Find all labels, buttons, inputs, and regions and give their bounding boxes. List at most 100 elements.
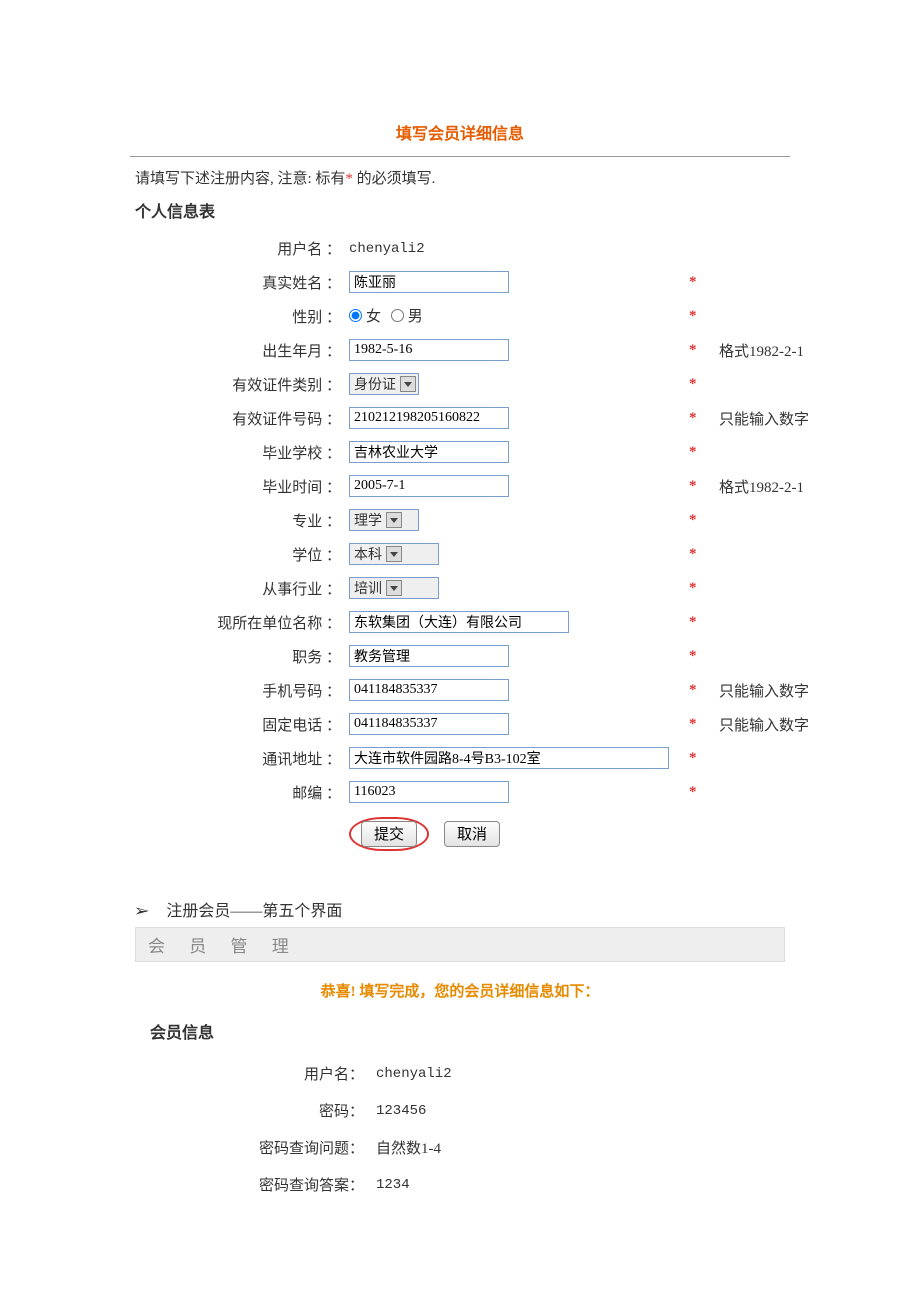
required: * — [685, 537, 715, 571]
label-industry: 从事行业 ： — [135, 571, 345, 605]
hint-idnumber: 只能输入数字 — [715, 401, 835, 435]
input-birthdate[interactable] — [349, 339, 509, 361]
submit-highlight: 提交 — [349, 817, 429, 851]
radio-female[interactable] — [349, 309, 362, 322]
label-position: 职务 ： — [135, 639, 345, 673]
info-value-answer: 1234 — [376, 1177, 410, 1193]
input-postal[interactable] — [349, 781, 509, 803]
label-idtype: 有效证件类别 ： — [135, 367, 345, 401]
member-info-table: 用户名： chenyali2 密码： 123456 密码查询问题： 自然数1-4… — [150, 1055, 670, 1203]
info-value-question: 自然数1-4 — [376, 1141, 441, 1157]
info-label-username: 用户名： — [150, 1055, 370, 1092]
label-username: 用户名 ： — [135, 232, 345, 265]
row-idtype: 有效证件类别 ： 身份证 * — [135, 367, 835, 401]
row-birthdate: 出生年月 ： * 格式1982-2-1 — [135, 333, 835, 367]
submit-button[interactable]: 提交 — [361, 821, 417, 847]
row-postal: 邮编 ： * — [135, 775, 835, 809]
chevron-down-icon — [386, 512, 402, 528]
select-degree[interactable]: 本科 — [349, 543, 439, 565]
info-value-password: 123456 — [376, 1103, 426, 1119]
hint-mobile: 只能输入数字 — [715, 673, 835, 707]
select-idtype-value: 身份证 — [354, 374, 396, 394]
select-idtype[interactable]: 身份证 — [349, 373, 419, 395]
hint-birthdate: 格式1982-2-1 — [715, 333, 835, 367]
chevron-down-icon — [386, 546, 402, 562]
input-idnumber[interactable] — [349, 407, 509, 429]
label-idnumber: 有效证件号码 ： — [135, 401, 345, 435]
arrow-icon: ➢ — [134, 901, 150, 921]
info-value-username: chenyali2 — [376, 1066, 452, 1082]
label-mobile: 手机号码 ： — [135, 673, 345, 707]
input-address[interactable] — [349, 747, 669, 769]
instructions-prefix: 请填写下述注册内容, 注意: 标有 — [135, 171, 345, 187]
input-gradschool[interactable] — [349, 441, 509, 463]
select-industry-value: 培训 — [354, 578, 382, 598]
required: * — [685, 299, 715, 333]
required: * — [685, 401, 715, 435]
info-row-username: 用户名： chenyali2 — [150, 1055, 670, 1092]
required: * — [685, 673, 715, 707]
info-heading: 会员信息 — [150, 1019, 870, 1043]
value-username: chenyali2 — [349, 241, 425, 257]
label-degree: 学位 ： — [135, 537, 345, 571]
row-gradtime: 毕业时间 ： * 格式1982-2-1 — [135, 469, 835, 503]
label-postal: 邮编 ： — [135, 775, 345, 809]
label-gradschool: 毕业学校 ： — [135, 435, 345, 469]
required: * — [685, 707, 715, 741]
select-major-value: 理学 — [354, 510, 382, 530]
personal-form: 用户名 ： chenyali2 真实姓名 ： * 性别 ： 女 男 * 出生年月… — [135, 232, 835, 857]
required: * — [685, 367, 715, 401]
instructions-mark: * — [345, 171, 353, 187]
row-mobile: 手机号码 ： * 只能输入数字 — [135, 673, 835, 707]
radio-male[interactable] — [391, 309, 404, 322]
row-idnumber: 有效证件号码 ： * 只能输入数字 — [135, 401, 835, 435]
input-mobile[interactable] — [349, 679, 509, 701]
label-birthdate: 出生年月 ： — [135, 333, 345, 367]
success-message: 恭喜! 填写完成，您的会员详细信息如下： — [50, 980, 870, 1001]
row-gender: 性别 ： 女 男 * — [135, 299, 835, 333]
info-row-answer: 密码查询答案： 1234 — [150, 1166, 670, 1203]
required: * — [685, 265, 715, 299]
row-position: 职务 ： * — [135, 639, 835, 673]
chevron-down-icon — [400, 376, 416, 392]
row-phone: 固定电话 ： * 只能输入数字 — [135, 707, 835, 741]
label-company: 现所在单位名称 ： — [135, 605, 345, 639]
row-buttons: 提交 取消 — [135, 809, 835, 857]
input-realname[interactable] — [349, 271, 509, 293]
required: * — [685, 571, 715, 605]
select-degree-value: 本科 — [354, 544, 382, 564]
row-degree: 学位 ： 本科 * — [135, 537, 835, 571]
select-industry[interactable]: 培训 — [349, 577, 439, 599]
bullet-text: 注册会员——第五个界面 — [166, 903, 342, 920]
input-company[interactable] — [349, 611, 569, 633]
divider — [130, 156, 790, 157]
chevron-down-icon — [386, 580, 402, 596]
row-username: 用户名 ： chenyali2 — [135, 232, 835, 265]
required: * — [685, 333, 715, 367]
section-personal: 个人信息表 — [135, 198, 870, 222]
label-address: 通讯地址 ： — [135, 741, 345, 775]
hint-phone: 只能输入数字 — [715, 707, 835, 741]
hint-gradtime: 格式1982-2-1 — [715, 469, 835, 503]
cancel-button[interactable]: 取消 — [444, 821, 500, 847]
label-phone: 固定电话 ： — [135, 707, 345, 741]
info-label-password: 密码： — [150, 1092, 370, 1129]
row-industry: 从事行业 ： 培训 * — [135, 571, 835, 605]
label-female: 女 — [366, 305, 381, 326]
label-gradtime: 毕业时间 ： — [135, 469, 345, 503]
input-position[interactable] — [349, 645, 509, 667]
instructions: 请填写下述注册内容, 注意: 标有* 的必须填写. — [135, 167, 870, 188]
required: * — [685, 605, 715, 639]
row-gradschool: 毕业学校 ： * — [135, 435, 835, 469]
info-row-password: 密码： 123456 — [150, 1092, 670, 1129]
required: * — [685, 775, 715, 809]
input-gradtime[interactable] — [349, 475, 509, 497]
info-row-question: 密码查询问题： 自然数1-4 — [150, 1129, 670, 1166]
input-phone[interactable] — [349, 713, 509, 735]
select-major[interactable]: 理学 — [349, 509, 419, 531]
info-label-answer: 密码查询答案： — [150, 1166, 370, 1203]
row-major: 专业 ： 理学 * — [135, 503, 835, 537]
info-label-question: 密码查询问题： — [150, 1129, 370, 1166]
required: * — [685, 469, 715, 503]
label-male: 男 — [408, 305, 423, 326]
